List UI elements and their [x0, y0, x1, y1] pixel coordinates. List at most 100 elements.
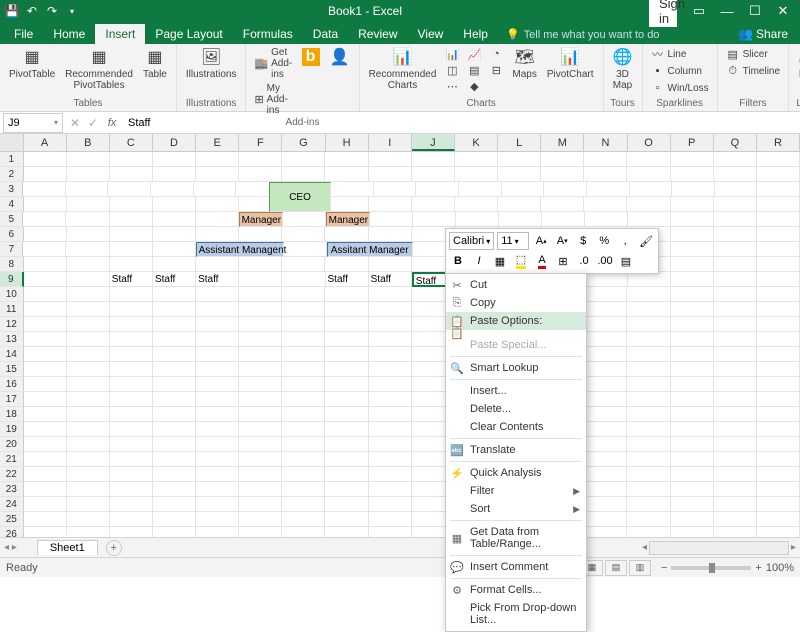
cell-G15[interactable]: [282, 362, 325, 377]
cell-G16[interactable]: [282, 377, 325, 392]
cell-K4[interactable]: [455, 197, 498, 212]
cell-R16[interactable]: [757, 377, 800, 392]
cell-Q11[interactable]: [714, 302, 757, 317]
cell-D9[interactable]: Staff: [153, 272, 196, 287]
cell-G7[interactable]: [284, 242, 327, 257]
cell-C7[interactable]: [110, 242, 153, 257]
tab-review[interactable]: Review: [348, 24, 407, 44]
cell-B24[interactable]: [67, 497, 110, 512]
cell-P13[interactable]: [671, 332, 714, 347]
cell-D21[interactable]: [153, 452, 196, 467]
ctx-cut[interactable]: ✂Cut: [446, 276, 586, 294]
cell-M4[interactable]: [541, 197, 584, 212]
cell-E3[interactable]: [194, 182, 237, 197]
cell-I5[interactable]: [370, 212, 413, 227]
cell-D10[interactable]: [153, 287, 196, 302]
cell-I10[interactable]: [369, 287, 412, 302]
cell-D2[interactable]: [153, 167, 196, 182]
cell-I2[interactable]: [369, 167, 412, 182]
maps-button[interactable]: 🗺Maps: [509, 46, 539, 82]
cell-H25[interactable]: [325, 512, 368, 527]
add-sheet-button[interactable]: +: [106, 540, 122, 556]
cell-K1[interactable]: [455, 152, 498, 167]
column-header-J[interactable]: J: [412, 134, 455, 151]
select-all-corner[interactable]: [0, 134, 24, 151]
cell-B9[interactable]: [67, 272, 110, 287]
cell-A22[interactable]: [24, 467, 67, 482]
cell-Q21[interactable]: [714, 452, 757, 467]
cell-O3[interactable]: [630, 182, 673, 197]
close-icon[interactable]: ✕: [769, 3, 797, 19]
cell-P14[interactable]: [671, 347, 714, 362]
row-header-8[interactable]: 8: [0, 257, 24, 272]
sheet-nav[interactable]: ◂ ▸: [4, 542, 17, 553]
cell-N10[interactable]: [584, 287, 627, 302]
cell-R5[interactable]: [757, 212, 800, 227]
cell-O26[interactable]: [627, 527, 670, 537]
cell-O13[interactable]: [627, 332, 670, 347]
cell-C13[interactable]: [110, 332, 153, 347]
cell-O17[interactable]: [627, 392, 670, 407]
cell-A5[interactable]: [23, 212, 66, 227]
cell-E18[interactable]: [196, 407, 239, 422]
cell-H5[interactable]: Manager: [326, 212, 370, 227]
cell-F10[interactable]: [239, 287, 282, 302]
cell-N16[interactable]: [584, 377, 627, 392]
tab-formulas[interactable]: Formulas: [233, 24, 303, 44]
cell-D25[interactable]: [153, 512, 196, 527]
cell-L3[interactable]: [502, 182, 545, 197]
row-header-9[interactable]: 9: [0, 272, 24, 287]
cell-A17[interactable]: [24, 392, 67, 407]
cell-R21[interactable]: [757, 452, 800, 467]
cell-M2[interactable]: [541, 167, 584, 182]
cell-O25[interactable]: [627, 512, 670, 527]
share-button[interactable]: 👥Share: [730, 24, 796, 44]
cell-N23[interactable]: [584, 482, 627, 497]
cell-B18[interactable]: [67, 407, 110, 422]
cell-P1[interactable]: [671, 152, 714, 167]
cell-G13[interactable]: [282, 332, 325, 347]
cell-Q25[interactable]: [714, 512, 757, 527]
row-header-19[interactable]: 19: [0, 422, 24, 437]
cell-H14[interactable]: [325, 347, 368, 362]
ctx-copy[interactable]: ⎘Copy: [446, 294, 586, 312]
cell-E21[interactable]: [196, 452, 239, 467]
cell-F13[interactable]: [239, 332, 282, 347]
cell-Q20[interactable]: [714, 437, 757, 452]
cell-Q19[interactable]: [714, 422, 757, 437]
cell-J3[interactable]: [416, 182, 459, 197]
cell-A16[interactable]: [24, 377, 67, 392]
cell-A11[interactable]: [24, 302, 67, 317]
column-chart-button[interactable]: 📊: [443, 46, 461, 62]
cell-H20[interactable]: [325, 437, 368, 452]
ctx-quick-analysis[interactable]: ⚡Quick Analysis: [446, 464, 586, 482]
cell-O21[interactable]: [627, 452, 670, 467]
italic-button[interactable]: I: [470, 252, 488, 270]
cell-F16[interactable]: [239, 377, 282, 392]
cell-C14[interactable]: [110, 347, 153, 362]
cell-H4[interactable]: [325, 197, 368, 212]
cell-R12[interactable]: [757, 317, 800, 332]
cell-D22[interactable]: [153, 467, 196, 482]
row-header-12[interactable]: 12: [0, 317, 24, 332]
cell-P10[interactable]: [671, 287, 714, 302]
cell-Q7[interactable]: [714, 242, 757, 257]
cell-F2[interactable]: [239, 167, 282, 182]
ctx-get-data[interactable]: ▦Get Data from Table/Range...: [446, 523, 586, 553]
ctx-filter[interactable]: Filter▶: [446, 482, 586, 500]
cell-B7[interactable]: [66, 242, 109, 257]
cell-N20[interactable]: [584, 437, 627, 452]
cell-D7[interactable]: [153, 242, 196, 257]
people-graph-button[interactable]: 👤: [327, 46, 353, 70]
tab-insert[interactable]: Insert: [95, 24, 145, 44]
cell-E25[interactable]: [196, 512, 239, 527]
pie-chart-button[interactable]: ◔: [487, 46, 505, 62]
cell-P16[interactable]: [671, 377, 714, 392]
page-break-button[interactable]: ▥: [629, 560, 651, 576]
cell-C19[interactable]: [110, 422, 153, 437]
column-header-R[interactable]: R: [757, 134, 800, 151]
column-header-H[interactable]: H: [326, 134, 369, 151]
ctx-insert-comment[interactable]: 💬Insert Comment: [446, 558, 586, 576]
cell-B6[interactable]: [67, 227, 110, 242]
fill-color-icon[interactable]: ⬚: [512, 252, 530, 270]
